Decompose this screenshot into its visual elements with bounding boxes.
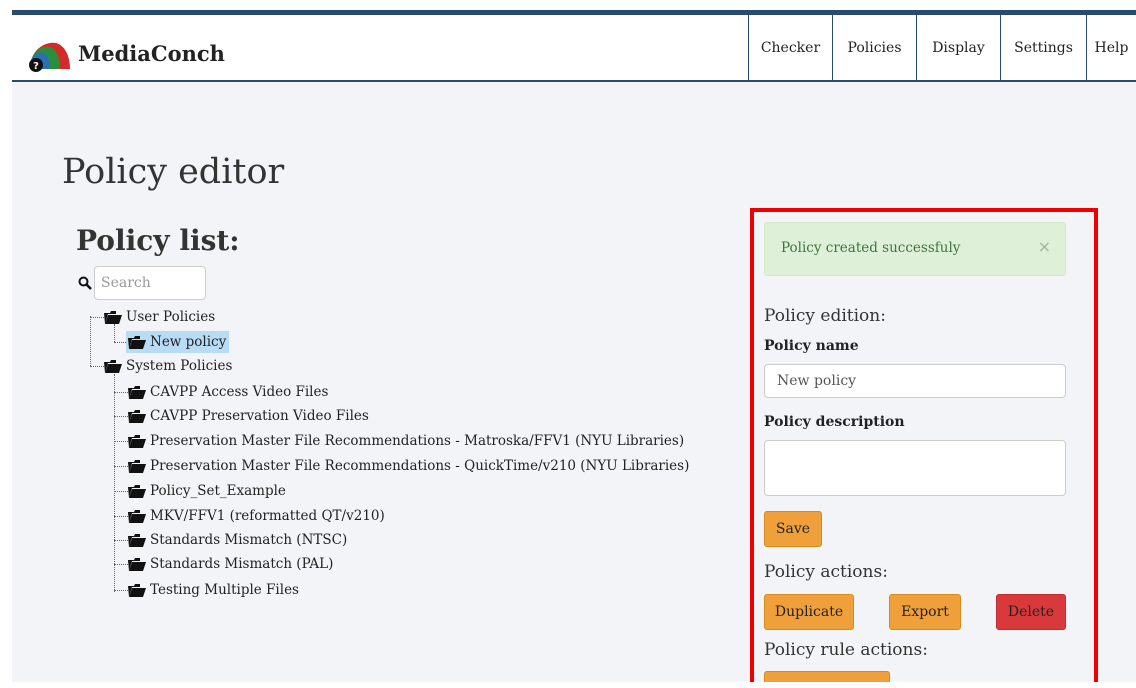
folder-open-icon (104, 310, 122, 324)
tree-node-system-policies[interactable]: System Policies (104, 355, 232, 377)
folder-open-icon (104, 359, 122, 373)
tree-node-label: MKV/FFV1 (reformatted QT/v210) (150, 508, 385, 524)
main-nav: Checker Policies Display Settings Help (748, 15, 1136, 80)
policy-search (78, 266, 206, 300)
folder-open-icon (128, 335, 146, 349)
add-rule-button[interactable]: Add a new rule (764, 671, 890, 682)
tree-node-policy[interactable]: CAVPP Access Video Files (128, 381, 328, 403)
tree-node-policy[interactable]: Standards Mismatch (NTSC) (128, 529, 347, 551)
duplicate-button[interactable]: Duplicate (764, 594, 854, 630)
tree-node-label: Preservation Master File Recommendations… (150, 433, 685, 449)
policy-name-label: Policy name (764, 338, 859, 354)
tree-node-label: Standards Mismatch (PAL) (150, 556, 334, 572)
policy-list-title: Policy list: (76, 224, 240, 257)
export-button[interactable]: Export (889, 594, 961, 630)
app-canvas: ? MediaConch Checker Policies Display Se… (12, 10, 1136, 682)
delete-button[interactable]: Delete (996, 594, 1066, 630)
tree-node-label: New policy (150, 334, 227, 350)
tree-node-label: Testing Multiple Files (150, 582, 299, 598)
alert-message: Policy created successfuly (781, 240, 961, 256)
nav-display[interactable]: Display (916, 15, 1000, 80)
navbar: ? MediaConch Checker Policies Display Se… (12, 10, 1136, 82)
tree-node-policy[interactable]: Testing Multiple Files (128, 579, 299, 601)
nav-help[interactable]: Help (1086, 15, 1136, 80)
mediaconch-logo-icon: ? (29, 42, 70, 72)
nav-policies[interactable]: Policies (832, 15, 916, 80)
brand[interactable]: ? MediaConch (26, 33, 225, 73)
folder-icon (128, 484, 146, 498)
folder-icon (128, 557, 146, 571)
svg-text:?: ? (33, 61, 39, 72)
folder-icon (128, 583, 146, 597)
folder-icon (128, 533, 146, 547)
policy-description-input[interactable] (764, 440, 1066, 496)
app-name: MediaConch (78, 40, 225, 66)
tree-node-label: Standards Mismatch (NTSC) (150, 532, 348, 548)
search-icon (78, 276, 92, 290)
folder-icon (128, 434, 146, 448)
search-input[interactable] (94, 266, 206, 300)
folder-icon (128, 509, 146, 523)
tree-node-label: CAVPP Access Video Files (150, 384, 329, 400)
nav-checker[interactable]: Checker (748, 15, 832, 80)
policy-rule-actions-title: Policy rule actions: (764, 640, 928, 660)
tree-node-policy[interactable]: Standards Mismatch (PAL) (128, 553, 333, 575)
policy-description-label: Policy description (764, 414, 905, 430)
tree-node-policy[interactable]: Preservation Master File Recommendations… (128, 455, 689, 477)
folder-icon (128, 459, 146, 473)
save-button[interactable]: Save (764, 511, 822, 547)
tree-node-label: CAVPP Preservation Video Files (150, 408, 369, 424)
tree-node-label: Preservation Master File Recommendations… (150, 458, 690, 474)
page-title: Policy editor (62, 152, 285, 192)
folder-icon (128, 385, 146, 399)
tree-node-policy[interactable]: Policy_Set_Example (128, 480, 286, 502)
folder-icon (128, 409, 146, 423)
tree-node-policy[interactable]: MKV/FFV1 (reformatted QT/v210) (128, 505, 385, 527)
close-icon[interactable]: × (1038, 237, 1051, 256)
tree-node-new-policy[interactable]: New policy (126, 331, 230, 353)
success-alert: Policy created successfuly × (764, 222, 1066, 276)
policy-name-input[interactable] (764, 364, 1066, 398)
tree-node-policy[interactable]: CAVPP Preservation Video Files (128, 405, 369, 427)
tree-node-label: System Policies (126, 358, 233, 374)
policy-edition-title: Policy edition: (764, 306, 886, 326)
tree-node-user-policies[interactable]: User Policies (104, 306, 215, 328)
policy-actions-title: Policy actions: (764, 562, 888, 582)
nav-settings[interactable]: Settings (1000, 15, 1086, 80)
tree-node-label: User Policies (126, 309, 216, 325)
tree-node-policy[interactable]: Preservation Master File Recommendations… (128, 430, 684, 452)
tree-node-label: Policy_Set_Example (150, 483, 286, 499)
policy-editor-panel: Policy created successfuly × Policy edit… (750, 208, 1098, 682)
